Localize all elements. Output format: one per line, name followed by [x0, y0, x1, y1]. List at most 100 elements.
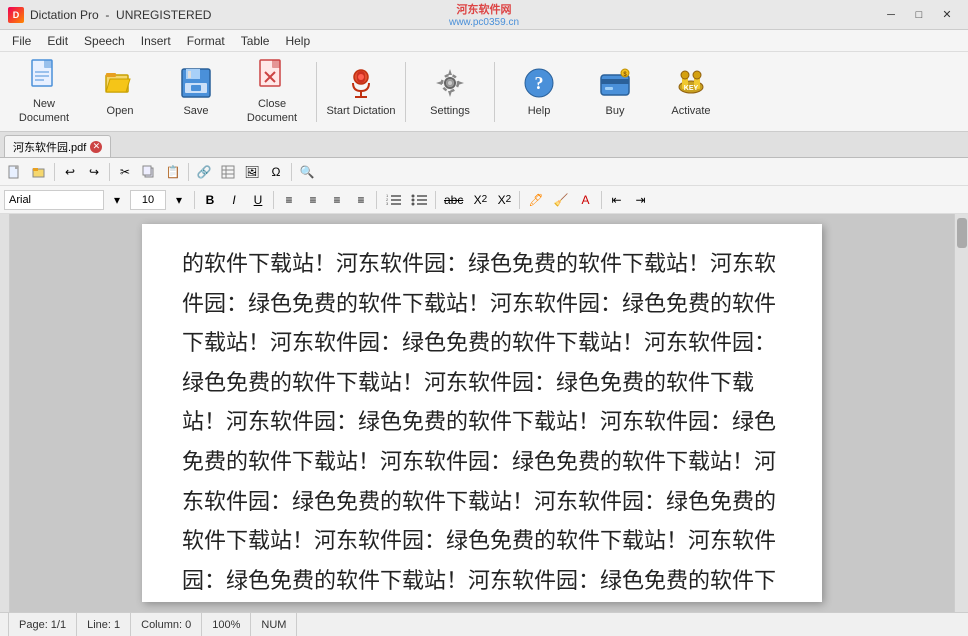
align-justify-button[interactable]: ≡: [350, 189, 372, 211]
new-document-button[interactable]: New Document: [8, 57, 80, 127]
document-tab[interactable]: 河东软件园.pdf ✕: [4, 135, 111, 157]
settings-icon: [432, 65, 468, 101]
font-name-input[interactable]: [4, 190, 104, 210]
open-icon: [102, 65, 138, 101]
document-page: 的软件下载站！河东软件园：绿色免费的软件下载站！河东软件园：绿色免费的软件下载站…: [142, 224, 822, 602]
activate-label: Activate: [671, 105, 710, 118]
watermark: 河东软件网 www.pc0359.cn: [449, 1, 519, 28]
help-button[interactable]: ? Help: [503, 57, 575, 127]
fmt-sep-3: [376, 191, 377, 209]
scrollbar-thumb[interactable]: [957, 218, 967, 248]
activate-icon: KEY: [673, 65, 709, 101]
scrollbar-vertical[interactable]: [954, 214, 968, 612]
zoom-btn[interactable]: 🔍: [296, 161, 318, 183]
paste-btn[interactable]: 📋: [162, 161, 184, 183]
title-bar: D Dictation Pro - UNREGISTERED 河东软件网 www…: [0, 0, 968, 30]
st-sep-2: [109, 163, 110, 181]
st-sep-1: [54, 163, 55, 181]
secondary-toolbar: ↩ ↪ ✂ 📋 🔗 🖼 Ω 🔍: [0, 158, 968, 186]
open-button[interactable]: Open: [84, 57, 156, 127]
settings-label: Settings: [430, 105, 470, 118]
new-document-label: New Document: [9, 98, 79, 124]
menu-help[interactable]: Help: [277, 30, 318, 51]
start-dictation-button[interactable]: Start Dictation: [325, 57, 397, 127]
status-num: NUM: [251, 613, 297, 636]
app-icon: D: [8, 7, 24, 23]
strikethrough-button[interactable]: abc: [440, 189, 467, 211]
document-area[interactable]: 的软件下载站！河东软件园：绿色免费的软件下载站！河东软件园：绿色免费的软件下载站…: [10, 214, 954, 612]
symbol-btn[interactable]: Ω: [265, 161, 287, 183]
align-center-button[interactable]: ≡: [302, 189, 324, 211]
align-right-button[interactable]: ≡: [326, 189, 348, 211]
link-btn[interactable]: 🔗: [193, 161, 215, 183]
copy-btn[interactable]: [138, 161, 160, 183]
svg-text:3: 3: [386, 201, 389, 206]
erase-format-button[interactable]: 🧹: [550, 189, 573, 211]
indent-left-button[interactable]: ⇤: [606, 189, 628, 211]
italic-button[interactable]: I: [223, 189, 245, 211]
close-document-label: Close Document: [237, 98, 307, 124]
indent-right-button[interactable]: ⇥: [630, 189, 652, 211]
status-page: Page: 1/1: [8, 613, 77, 636]
document-content: 的软件下载站！河东软件园：绿色免费的软件下载站！河东软件园：绿色免费的软件下载站…: [182, 244, 782, 602]
save-label: Save: [183, 105, 208, 118]
font-size-input[interactable]: [130, 190, 166, 210]
menu-speech[interactable]: Speech: [76, 30, 133, 51]
watermark-line1: 河东软件网: [456, 1, 511, 17]
title-bar-left: D Dictation Pro - UNREGISTERED: [8, 7, 211, 23]
settings-button[interactable]: Settings: [414, 57, 486, 127]
buy-button[interactable]: $ Buy: [579, 57, 651, 127]
superscript-button[interactable]: X2: [493, 189, 515, 211]
st-sep-3: [188, 163, 189, 181]
minimize-button[interactable]: ─: [878, 5, 904, 25]
menu-edit[interactable]: Edit: [39, 30, 76, 51]
maximize-button[interactable]: □: [906, 5, 932, 25]
main-area: 的软件下载站！河东软件园：绿色免费的软件下载站！河东软件园：绿色免费的软件下载站…: [0, 214, 968, 612]
tab-bar: 河东软件园.pdf ✕: [0, 132, 968, 158]
close-button[interactable]: ✕: [934, 5, 960, 25]
new-document-icon: [26, 58, 62, 94]
svg-text:KEY: KEY: [684, 85, 699, 92]
font-color-button[interactable]: A: [575, 189, 597, 211]
buy-icon: $: [597, 65, 633, 101]
subscript-button[interactable]: X2: [469, 189, 491, 211]
new-doc-btn[interactable]: [4, 161, 26, 183]
tab-label: 河东软件园.pdf: [13, 139, 86, 155]
open-btn[interactable]: [28, 161, 50, 183]
title-bar-controls: ─ □ ✕: [878, 5, 960, 25]
image-btn[interactable]: 🖼: [241, 161, 263, 183]
list-unordered-button[interactable]: [407, 189, 431, 211]
list-ordered-button[interactable]: 123: [381, 189, 405, 211]
redo-btn[interactable]: ↪: [83, 161, 105, 183]
left-margin: [0, 214, 10, 612]
table-btn[interactable]: [217, 161, 239, 183]
highlight-button[interactable]: 🖊: [524, 189, 547, 211]
status-bar: Page: 1/1 Line: 1 Column: 0 100% NUM: [0, 612, 968, 636]
cut-btn[interactable]: ✂: [114, 161, 136, 183]
fmt-sep-1: [194, 191, 195, 209]
save-button[interactable]: Save: [160, 57, 232, 127]
status-column: Column: 0: [131, 613, 202, 636]
align-left-button[interactable]: ≡: [278, 189, 300, 211]
activate-button[interactable]: KEY Activate: [655, 57, 727, 127]
menu-file[interactable]: File: [4, 30, 39, 51]
menu-format[interactable]: Format: [179, 30, 233, 51]
font-name-dropdown[interactable]: ▾: [106, 189, 128, 211]
underline-button[interactable]: U: [247, 189, 269, 211]
toolbar-separator-3: [494, 62, 495, 122]
font-size-dropdown[interactable]: ▾: [168, 189, 190, 211]
main-toolbar: New Document Open Save: [0, 52, 968, 132]
toolbar-separator-2: [405, 62, 406, 122]
fmt-sep-5: [519, 191, 520, 209]
menu-table[interactable]: Table: [233, 30, 278, 51]
tab-close-button[interactable]: ✕: [90, 141, 102, 153]
title-bar-title: Dictation Pro - UNREGISTERED: [30, 8, 211, 22]
menu-insert[interactable]: Insert: [133, 30, 179, 51]
undo-btn[interactable]: ↩: [59, 161, 81, 183]
bold-button[interactable]: B: [199, 189, 221, 211]
save-icon: [178, 65, 214, 101]
start-dictation-icon: [343, 65, 379, 101]
st-sep-4: [291, 163, 292, 181]
close-document-button[interactable]: Close Document: [236, 57, 308, 127]
status-zoom: 100%: [202, 613, 251, 636]
